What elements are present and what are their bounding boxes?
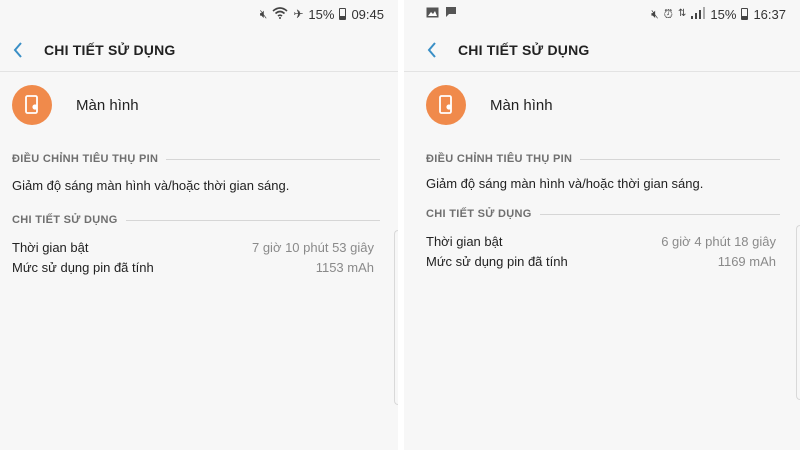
row-value: 1153 mAh xyxy=(315,260,374,275)
battery-percent: 15% xyxy=(710,6,737,22)
section-header-battery-adjust: ĐIỀU CHỈNH TIÊU THỤ PIN xyxy=(12,153,380,165)
app-bar: CHI TIẾT SỬ DỤNG xyxy=(0,28,398,72)
battery-tip: Giảm độ sáng màn hình và/hoặc thời gian … xyxy=(426,176,704,191)
data-icon: ⇅ xyxy=(678,8,687,19)
app-row: Màn hình xyxy=(12,85,139,125)
usage-row-battery: Mức sử dụng pin đã tính 1153 mAh xyxy=(12,260,374,275)
section-header-battery-adjust: ĐIỀU CHỈNH TIÊU THỤ PIN xyxy=(426,153,780,165)
airplane-icon: ✈ xyxy=(293,7,304,21)
page-title: CHI TIẾT SỬ DỤNG xyxy=(458,41,590,58)
usage-row-on-time: Thời gian bật 7 giờ 10 phút 53 giây xyxy=(12,240,374,255)
screen-brightness-icon xyxy=(12,85,52,125)
row-value: 6 giờ 4 phút 18 giây xyxy=(661,234,776,249)
divider xyxy=(580,158,780,160)
app-row: Màn hình xyxy=(426,85,553,125)
wifi-icon xyxy=(272,6,288,22)
gallery-icon xyxy=(426,6,439,21)
usage-row-on-time: Thời gian bật 6 giờ 4 phút 18 giây xyxy=(426,234,776,249)
app-name: Màn hình xyxy=(490,96,553,114)
page-title: CHI TIẾT SỬ DỤNG xyxy=(44,41,176,58)
signal-icon xyxy=(691,6,706,22)
app-name: Màn hình xyxy=(76,96,139,114)
section-header-label: ĐIỀU CHỈNH TIÊU THỤ PIN xyxy=(12,153,159,165)
status-bar: 🔇︎ ✈ 15% 09:45 xyxy=(0,0,398,28)
screen-brightness-icon xyxy=(426,85,466,125)
section-header-label: CHI TIẾT SỬ DỤNG xyxy=(12,214,118,226)
alarm-icon: ⏰︎ xyxy=(663,7,674,21)
row-label: Mức sử dụng pin đã tính xyxy=(426,254,568,269)
battery-tip: Giảm độ sáng màn hình và/hoặc thời gian … xyxy=(12,178,290,193)
status-bar: 🔇︎ ⏰︎ ⇅ 15% 16:37 xyxy=(404,0,800,28)
row-label: Mức sử dụng pin đã tính xyxy=(12,260,154,275)
divider xyxy=(125,219,380,221)
battery-icon xyxy=(339,8,347,20)
usage-row-battery: Mức sử dụng pin đã tính 1169 mAh xyxy=(426,254,776,269)
scroll-indicator[interactable] xyxy=(796,225,800,400)
section-header-label: CHI TIẾT SỬ DỤNG xyxy=(426,208,532,220)
clock: 16:37 xyxy=(753,6,786,22)
row-value: 7 giờ 10 phút 53 giây xyxy=(251,240,374,255)
message-icon xyxy=(445,6,457,21)
divider xyxy=(166,158,380,160)
right-screen: 🔇︎ ⏰︎ ⇅ 15% 16:37 CHI TIẾT SỬ DỤNG Màn h… xyxy=(404,0,800,450)
row-value: 1169 mAh xyxy=(717,254,776,269)
divider xyxy=(539,213,780,215)
section-header-usage: CHI TIẾT SỬ DỤNG xyxy=(12,214,380,226)
battery-icon xyxy=(741,8,749,20)
battery-percent: 15% xyxy=(308,6,335,22)
mute-icon: 🔇︎ xyxy=(651,7,659,21)
row-label: Thời gian bật xyxy=(12,240,89,255)
left-screen: 🔇︎ ✈ 15% 09:45 CHI TIẾT SỬ DỤNG Màn hình… xyxy=(0,0,398,450)
section-header-label: ĐIỀU CHỈNH TIÊU THỤ PIN xyxy=(426,153,573,165)
mute-icon: 🔇︎ xyxy=(259,7,268,21)
section-header-usage: CHI TIẾT SỬ DỤNG xyxy=(426,208,780,220)
app-bar: CHI TIẾT SỬ DỤNG xyxy=(404,28,800,72)
back-arrow-icon[interactable] xyxy=(422,40,442,60)
back-arrow-icon[interactable] xyxy=(8,40,28,60)
row-label: Thời gian bật xyxy=(426,234,503,249)
clock: 09:45 xyxy=(351,6,384,22)
